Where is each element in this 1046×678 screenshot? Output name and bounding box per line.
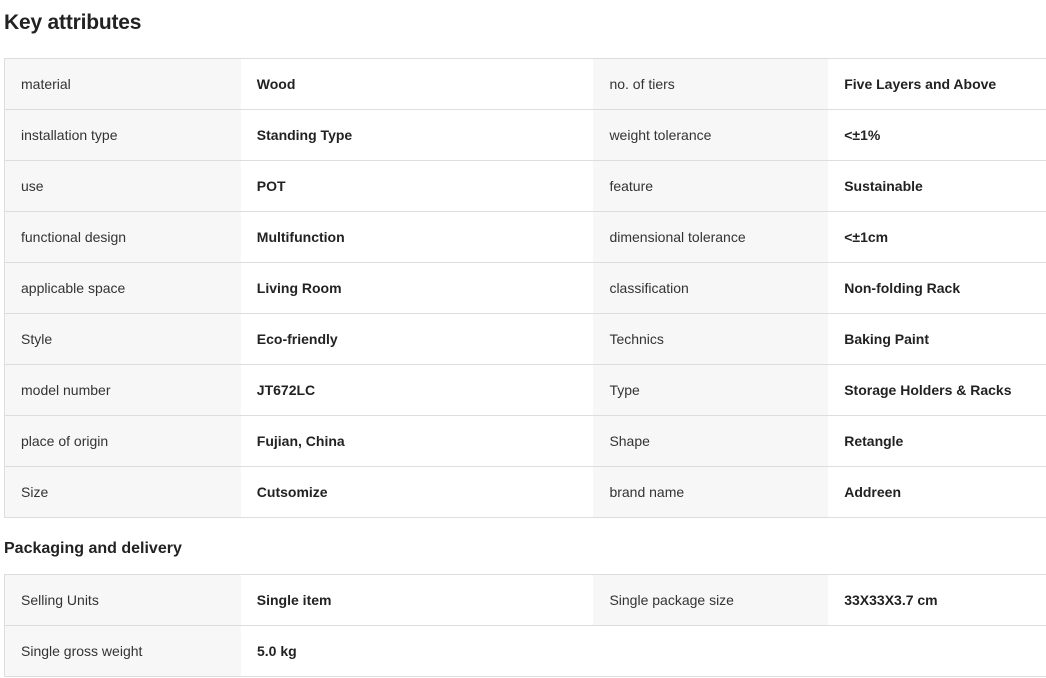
attribute-value: Retangle	[828, 416, 1046, 466]
attribute-value: Fujian, China	[240, 416, 594, 466]
attribute-label: no. of tiers	[593, 59, 829, 109]
attribute-value: Non-folding Rack	[828, 263, 1046, 313]
attribute-label: brand name	[593, 467, 829, 517]
attribute-value: Sustainable	[828, 161, 1046, 211]
attribute-value: Storage Holders & Racks	[828, 365, 1046, 415]
attribute-value: JT672LC	[240, 365, 594, 415]
attribute-value: Addreen	[828, 467, 1046, 517]
table-row: applicable space Living Room classificat…	[5, 263, 1046, 314]
attribute-value: Five Layers and Above	[828, 59, 1046, 109]
attribute-value: 33X33X3.7 cm	[828, 575, 1046, 625]
attribute-label: feature	[593, 161, 829, 211]
table-row: material Wood no. of tiers Five Layers a…	[5, 59, 1046, 110]
table-row: Style Eco-friendly Technics Baking Paint	[5, 314, 1046, 365]
attribute-label: model number	[5, 365, 241, 415]
attribute-value: Living Room	[240, 263, 594, 313]
attribute-label: installation type	[5, 110, 241, 160]
attribute-label: Style	[5, 314, 241, 364]
packaging-table: Selling Units Single item Single package…	[4, 574, 1046, 677]
table-row: place of origin Fujian, China Shape Reta…	[5, 416, 1046, 467]
attribute-value: Eco-friendly	[240, 314, 594, 364]
attribute-label: Type	[593, 365, 829, 415]
attribute-label: classification	[593, 263, 829, 313]
attribute-label: Shape	[593, 416, 829, 466]
attribute-label: weight tolerance	[593, 110, 829, 160]
product-attributes-page: Key attributes material Wood no. of tier…	[0, 0, 1046, 678]
attribute-value: POT	[240, 161, 594, 211]
attribute-label: Size	[5, 467, 241, 517]
attribute-value: <±1cm	[828, 212, 1046, 262]
attribute-label: Selling Units	[5, 575, 241, 625]
attribute-value: Baking Paint	[828, 314, 1046, 364]
attribute-value: Multifunction	[240, 212, 594, 262]
attribute-value: Single item	[240, 575, 594, 625]
attribute-value: Wood	[240, 59, 594, 109]
table-row: use POT feature Sustainable	[5, 161, 1046, 212]
packaging-delivery-heading: Packaging and delivery	[4, 540, 182, 557]
attribute-label: material	[5, 59, 241, 109]
attribute-value: <±1%	[828, 110, 1046, 160]
attribute-label: applicable space	[5, 263, 241, 313]
table-row: functional design Multifunction dimensio…	[5, 212, 1046, 263]
attribute-value: Cutsomize	[240, 467, 594, 517]
table-row: model number JT672LC Type Storage Holder…	[5, 365, 1046, 416]
attribute-label: Single gross weight	[5, 626, 241, 676]
table-row: Single gross weight 5.0 kg	[5, 626, 1046, 677]
attribute-value: 5.0 kg	[241, 626, 594, 676]
attribute-label: functional design	[5, 212, 241, 262]
attribute-label: place of origin	[5, 416, 241, 466]
key-attributes-table: material Wood no. of tiers Five Layers a…	[4, 58, 1046, 518]
table-row: installation type Standing Type weight t…	[5, 110, 1046, 161]
attribute-label: Single package size	[593, 575, 829, 625]
attribute-value: Standing Type	[240, 110, 594, 160]
attribute-label: use	[5, 161, 241, 211]
key-attributes-heading: Key attributes	[4, 11, 142, 34]
attribute-label: dimensional tolerance	[593, 212, 829, 262]
table-row: Size Cutsomize brand name Addreen	[5, 467, 1046, 518]
table-row: Selling Units Single item Single package…	[5, 575, 1046, 626]
attribute-label: Technics	[593, 314, 829, 364]
